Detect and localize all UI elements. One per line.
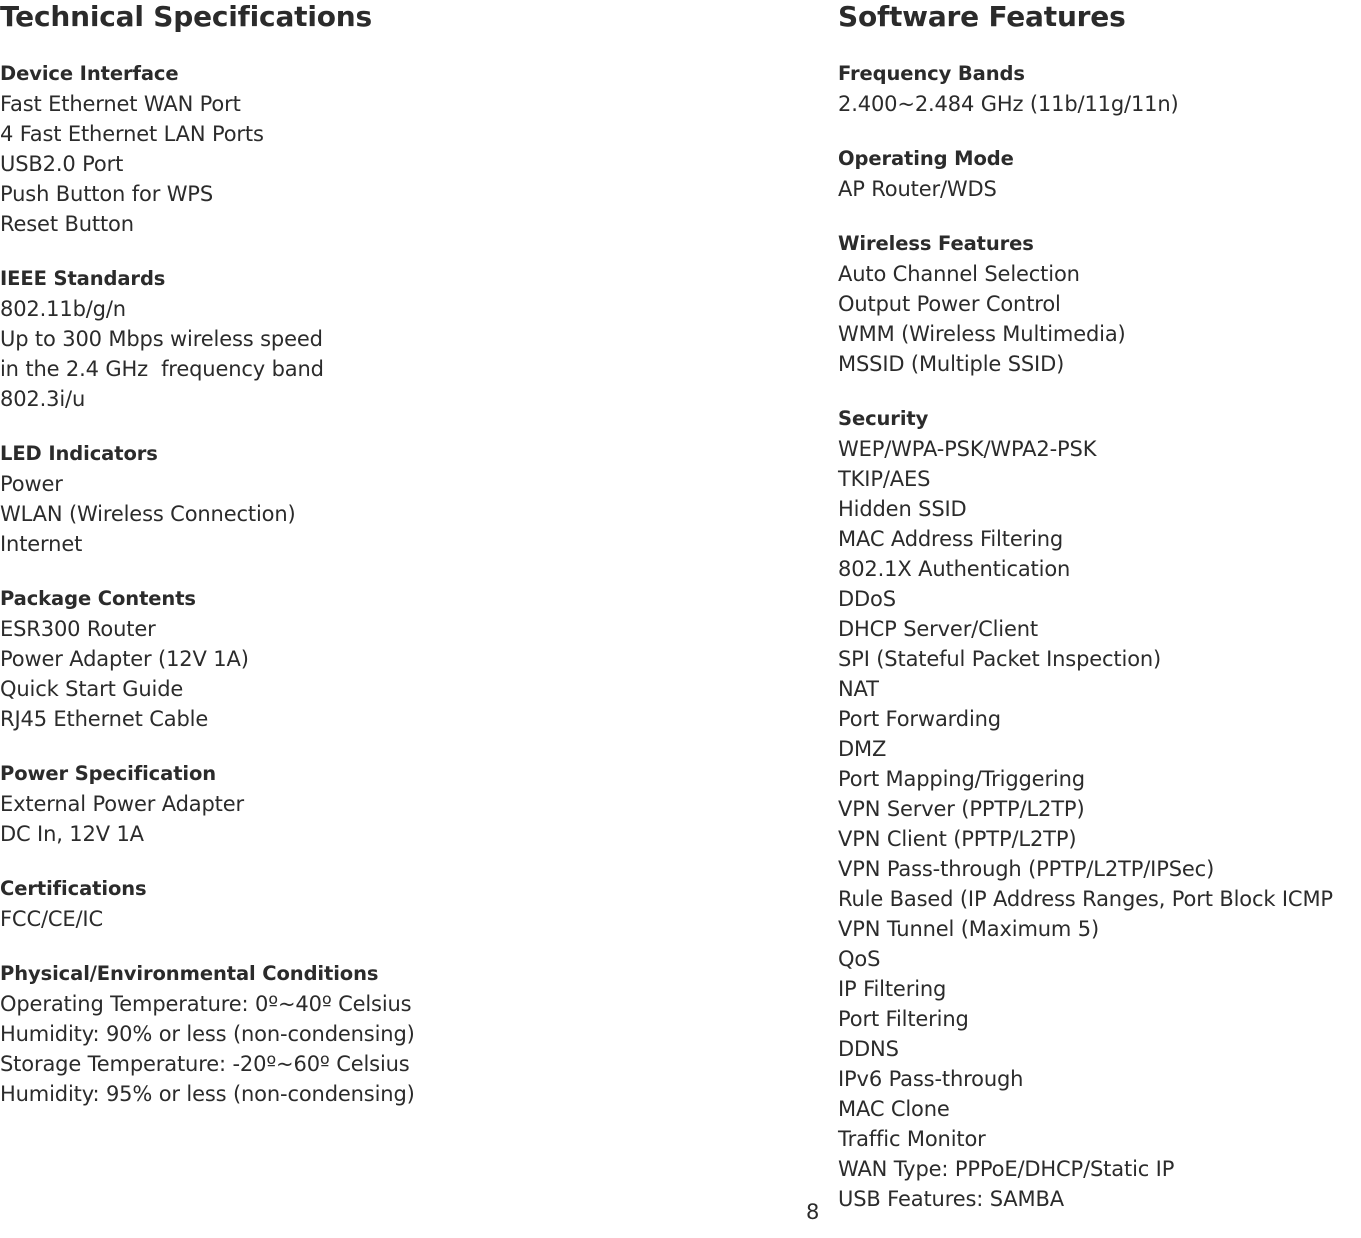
- spec-line: RJ45 Ethernet Cable: [0, 707, 209, 731]
- spec-section-list: 2.400~2.484 GHz (11b/11g/11n): [838, 89, 1361, 119]
- spec-line: USB2.0 Port: [0, 152, 124, 176]
- spec-section: Device Interface Fast Ethernet WAN Port 4 …: [0, 59, 820, 239]
- spec-line: Up to 300 Mbps wireless speed: [0, 327, 323, 351]
- spec-section: IEEE Standards 802.11b/g/n Up to 300 Mbps …: [0, 264, 820, 414]
- spec-line: Port Forwarding: [838, 707, 1001, 731]
- spec-line: USB Features: SAMBA: [838, 1187, 1064, 1211]
- spec-line: SPI (Stateful Packet Inspection): [838, 647, 1162, 671]
- spec-line: Output Power Control: [838, 292, 1061, 316]
- spec-line: MSSID (Multiple SSID): [838, 352, 1065, 376]
- spec-section: Certifications FCC/CE/IC: [0, 874, 820, 934]
- spec-line: NAT: [838, 677, 879, 701]
- spec-line: QoS: [838, 947, 881, 971]
- spec-line: Quick Start Guide: [0, 677, 184, 701]
- spec-line: Reset Button: [0, 212, 134, 236]
- spec-line: 4 Fast Ethernet LAN Ports: [0, 122, 264, 146]
- spec-section-heading: LED Indicators: [0, 442, 158, 465]
- spec-section-heading: Physical/Environmental Conditions: [0, 962, 379, 985]
- spec-line: MAC Address Filtering: [838, 527, 1064, 551]
- spec-line: Rule Based (IP Address Ranges, Port Bloc…: [838, 887, 1333, 911]
- spec-section-heading: Device Interface: [0, 62, 179, 85]
- spec-line: ESR300 Router: [0, 617, 156, 641]
- spec-section-list: Power WLAN (Wireless Connection) Internet: [0, 469, 820, 559]
- spec-line: IPv6 Pass-through: [838, 1067, 1024, 1091]
- spec-section-list: ESR300 Router Power Adapter (12V 1A) Quick…: [0, 614, 820, 734]
- spec-line: 802.1X Authentication: [838, 557, 1071, 581]
- spec-line: WEP/WPA-PSK/WPA2-PSK: [838, 437, 1097, 461]
- spec-line: Auto Channel Selection: [838, 262, 1080, 286]
- spec-line: 2.400~2.484 GHz (11b/11g/11n): [838, 92, 1179, 116]
- spec-line: WLAN (Wireless Connection): [0, 502, 296, 526]
- spec-line: VPN Client (PPTP/L2TP): [838, 827, 1077, 851]
- spec-section: LED Indicators Power WLAN (Wireless Connec…: [0, 439, 820, 559]
- spec-line: Fast Ethernet WAN Port: [0, 92, 241, 116]
- page-number: 8: [806, 1200, 820, 1224]
- spec-line: VPN Tunnel (Maximum 5): [838, 917, 1100, 941]
- spec-section-heading: Power Specification: [0, 762, 217, 785]
- spec-line: AP Router/WDS: [838, 177, 997, 201]
- spec-section-list: FCC/CE/IC: [0, 904, 820, 934]
- spec-line: DMZ: [838, 737, 887, 761]
- spec-line: Storage Temperature: -20º~60º Celsius: [0, 1052, 410, 1076]
- spec-section-list: AP Router/WDS: [838, 174, 1361, 204]
- spec-section: Operating Mode AP Router/WDS: [838, 144, 1361, 204]
- spec-section-list: WEP/WPA-PSK/WPA2-PSK TKIP/AES Hidden SSID M…: [838, 434, 1361, 1214]
- spec-line: WMM (Wireless Multimedia): [838, 322, 1126, 346]
- spec-line: DC In, 12V 1A: [0, 822, 144, 846]
- page-title-software-features: Software Features: [838, 0, 1126, 33]
- spec-section-heading: Package Contents: [0, 587, 196, 610]
- spec-line: DHCP Server/Client: [838, 617, 1038, 641]
- spec-section: Power Specification External Power Adapte…: [0, 759, 820, 849]
- spec-line: Traffic Monitor: [838, 1127, 986, 1151]
- spec-section-list: Auto Channel Selection Output Power Contr…: [838, 259, 1361, 379]
- spec-line: External Power Adapter: [0, 792, 244, 816]
- spec-line: Port Mapping/Triggering: [838, 767, 1085, 791]
- column-technical-specifications: Technical Specifications Device Interfac…: [0, 0, 820, 1109]
- spec-line: Humidity: 95% or less (non-condensing): [0, 1082, 415, 1106]
- spec-section-list: External Power Adapter DC In, 12V 1A: [0, 789, 820, 849]
- spec-line: DDNS: [838, 1037, 899, 1061]
- spec-section: Frequency Bands 2.400~2.484 GHz (11b/11g/…: [838, 59, 1361, 119]
- spec-line: Power Adapter (12V 1A): [0, 647, 249, 671]
- document-page: Technical Specifications Device Interfac…: [0, 0, 1361, 1238]
- spec-line: FCC/CE/IC: [0, 907, 103, 931]
- spec-line: 802.3i/u: [0, 387, 86, 411]
- spec-section-list: Fast Ethernet WAN Port 4 Fast Ethernet LA…: [0, 89, 820, 239]
- spec-section: Wireless Features Auto Channel Selection O…: [838, 229, 1361, 379]
- spec-line: Internet: [0, 532, 83, 556]
- spec-section-heading: IEEE Standards: [0, 267, 166, 290]
- spec-line: WAN Type: PPPoE/DHCP/Static IP: [838, 1157, 1175, 1181]
- spec-section: Physical/Environmental Conditions Operati…: [0, 959, 820, 1109]
- spec-section-list: Operating Temperature: 0º~40º Celsius Hum…: [0, 989, 820, 1109]
- spec-line: 802.11b/g/n: [0, 297, 126, 321]
- spec-line: Push Button for WPS: [0, 182, 214, 206]
- spec-line: MAC Clone: [838, 1097, 950, 1121]
- page-title-technical-specifications: Technical Specifications: [0, 0, 372, 33]
- spec-section-heading: Operating Mode: [838, 147, 1014, 170]
- spec-section-heading: Wireless Features: [838, 232, 1034, 255]
- right-column-sections: Frequency Bands 2.400~2.484 GHz (11b/11g/…: [838, 59, 1361, 1214]
- spec-section-heading: Security: [838, 407, 929, 430]
- spec-line: Operating Temperature: 0º~40º Celsius: [0, 992, 412, 1016]
- left-column-sections: Device Interface Fast Ethernet WAN Port 4 …: [0, 59, 820, 1109]
- spec-section: Security WEP/WPA-PSK/WPA2-PSK TKIP/AES Hidd…: [838, 404, 1361, 1214]
- spec-line: Hidden SSID: [838, 497, 967, 521]
- spec-line: TKIP/AES: [838, 467, 931, 491]
- spec-section-list: 802.11b/g/n Up to 300 Mbps wireless speed…: [0, 294, 820, 414]
- spec-line: IP Filtering: [838, 977, 947, 1001]
- column-software-features: Software Features Frequency Bands 2.400~2…: [838, 0, 1361, 1214]
- spec-line: DDoS: [838, 587, 896, 611]
- spec-line: VPN Pass-through (PPTP/L2TP/IPSec): [838, 857, 1215, 881]
- spec-line: in the 2.4 GHz frequency band: [0, 357, 324, 381]
- spec-section-heading: Certifications: [0, 877, 147, 900]
- spec-line: VPN Server (PPTP/L2TP): [838, 797, 1085, 821]
- spec-section-heading: Frequency Bands: [838, 62, 1025, 85]
- spec-line: Port Filtering: [838, 1007, 969, 1031]
- spec-line: Humidity: 90% or less (non-condensing): [0, 1022, 415, 1046]
- spec-section: Package Contents ESR300 Router Power Adapt…: [0, 584, 820, 734]
- spec-line: Power: [0, 472, 63, 496]
